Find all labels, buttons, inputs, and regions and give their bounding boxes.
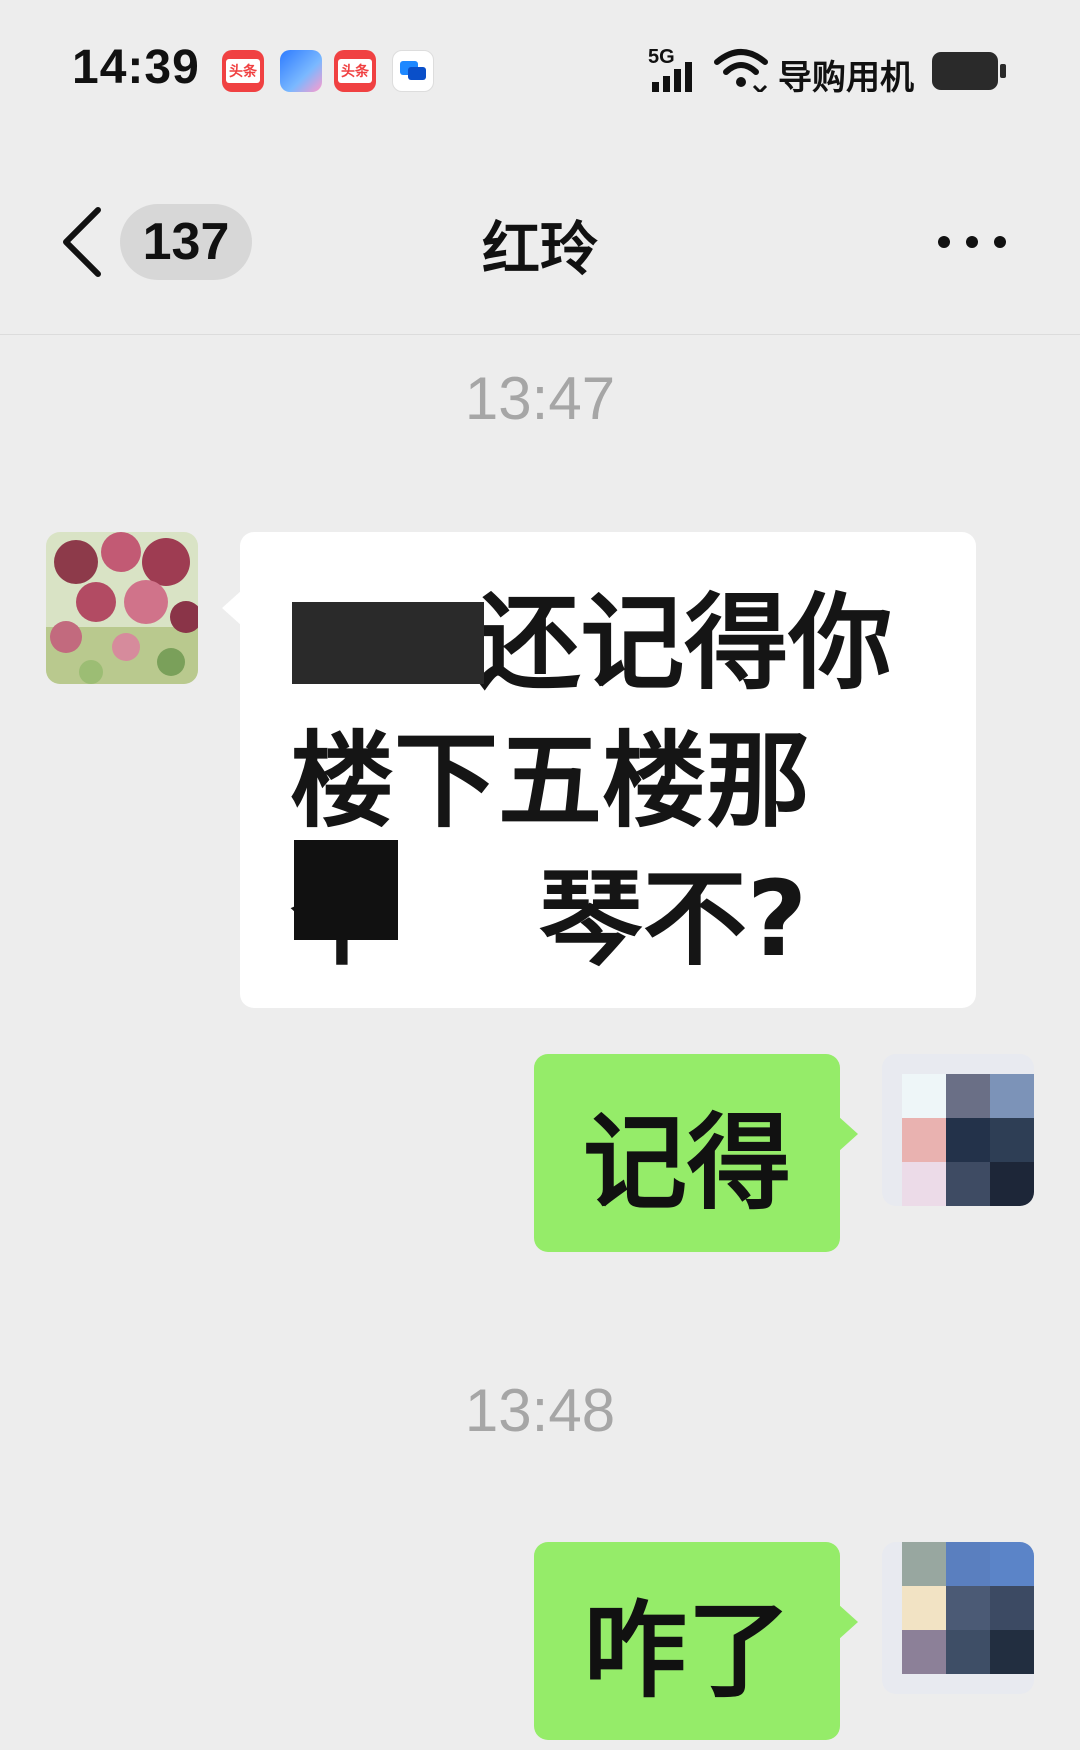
timestamp: 13:47 [464,365,616,432]
battery-icon [932,52,1006,90]
message-text: 记得 [582,1101,791,1224]
carrier-name: 导购用机 [778,58,914,98]
redaction-mark [294,840,398,940]
status-time: 14:39 [72,41,200,94]
signal-icon [652,62,692,92]
my-avatar[interactable] [882,1054,1034,1206]
toutiao-icon: 头条 [334,50,376,92]
timestamp: 13:48 [464,1377,616,1444]
message-text: 咋了 [582,1589,791,1712]
chat-title: 红玲 [481,215,598,283]
shopping-bag-icon [280,50,322,92]
outgoing-message-bubble[interactable]: 咋了 [534,1542,858,1740]
chat-app-icon [392,50,434,92]
contact-avatar[interactable] [46,532,198,684]
chat-header: 137 红玲 [0,140,1080,335]
more-options-icon[interactable] [934,232,1010,252]
incoming-message-bubble[interactable]: :还记得你楼下五楼那个 琴不? [222,532,976,1008]
status-bar: 14:39 头条 头条 5G 导购用机 [0,0,1080,140]
redaction-mark [292,602,484,684]
wifi-icon [714,49,768,92]
my-avatar[interactable] [882,1542,1034,1694]
toutiao-icon: 头条 [222,50,264,92]
outgoing-message-bubble[interactable]: 记得 [534,1054,858,1252]
